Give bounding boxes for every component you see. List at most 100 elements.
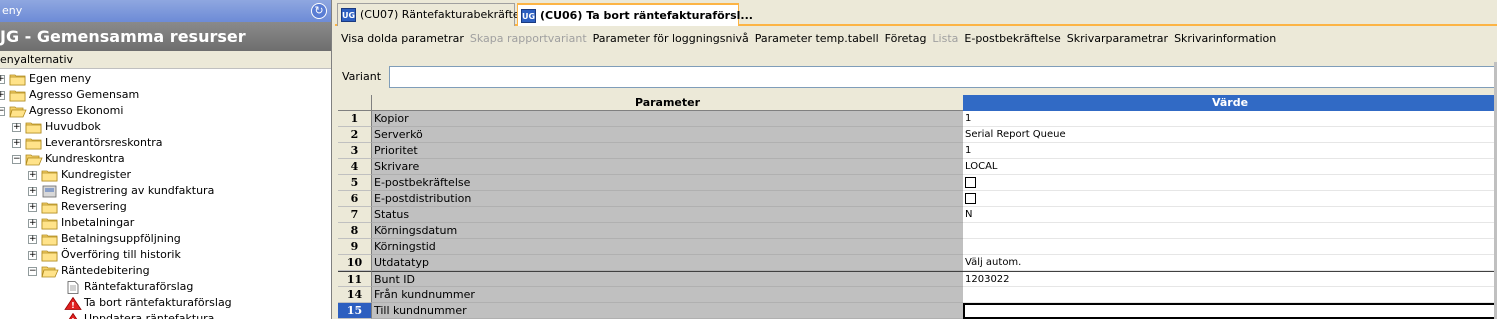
table-row[interactable]: 15 Till kundnummer	[338, 303, 1497, 319]
value-cell[interactable]	[963, 287, 1497, 303]
row-number[interactable]: 14	[338, 287, 372, 303]
expand-icon[interactable]: +	[28, 219, 37, 228]
tree-item[interactable]: − Kundreskontra	[0, 151, 331, 167]
table-row[interactable]: 2 Serverkö Serial Report Queue	[338, 127, 1497, 143]
table-row[interactable]: 1 Kopior 1	[338, 111, 1497, 127]
value-cell[interactable]: Serial Report Queue	[963, 127, 1497, 143]
value-cell[interactable]: 1	[963, 111, 1497, 127]
tree-item-label: Egen meny	[29, 72, 92, 85]
row-number[interactable]: 3	[338, 143, 372, 159]
row-number[interactable]: 5	[338, 175, 372, 191]
toolbar-item: Lista	[932, 32, 959, 45]
tree-item-label: Betalningsuppföljning	[61, 232, 181, 245]
table-row[interactable]: 3 Prioritet 1	[338, 143, 1497, 159]
tree-item[interactable]: − Räntedebitering	[0, 263, 331, 279]
table-row[interactable]: 14 Från kundnummer	[338, 287, 1497, 303]
expand-icon[interactable]: +	[12, 139, 21, 148]
tab-cu06[interactable]: UG (CU06) Ta bort räntefakturaförsl...	[517, 3, 753, 26]
tree-item[interactable]: ! Ta bort räntefakturaförslag	[0, 295, 331, 311]
tree-item[interactable]: + Kundregister	[0, 167, 331, 183]
toolbar-item[interactable]: E-postbekräftelse	[964, 32, 1060, 45]
toolbar-item[interactable]: Visa dolda parametrar	[341, 32, 464, 45]
row-number[interactable]: 1	[338, 111, 372, 127]
tree-item[interactable]: + Leverantörsreskontra	[0, 135, 331, 151]
table-row[interactable]: 5 E-postbekräftelse	[338, 175, 1497, 191]
grid-corner	[338, 95, 372, 111]
row-number[interactable]: 11	[338, 271, 372, 287]
expand-icon[interactable]: +	[28, 251, 37, 260]
value-cell[interactable]	[963, 223, 1497, 239]
tree-item[interactable]: + Betalningsuppföljning	[0, 231, 331, 247]
toolbar-item[interactable]: Skrivarparametrar	[1067, 32, 1168, 45]
parameter-cell: Från kundnummer	[372, 287, 963, 303]
checkbox[interactable]	[965, 177, 976, 188]
register-icon	[41, 185, 59, 198]
toolbar-item[interactable]: Skrivarinformation	[1174, 32, 1276, 45]
value-cell[interactable]	[963, 175, 1497, 191]
table-row[interactable]: 6 E-postdistribution	[338, 191, 1497, 207]
collapse-icon[interactable]: −	[0, 107, 5, 116]
tree-item[interactable]: − Agresso Ekonomi	[0, 103, 331, 119]
tree-item[interactable]: + Huvudbok	[0, 119, 331, 135]
table-row[interactable]: 11 Bunt ID 1203022	[338, 271, 1497, 287]
parameter-cell: E-postdistribution	[372, 191, 963, 207]
expand-icon[interactable]: +	[28, 187, 37, 196]
row-number[interactable]: 9	[338, 239, 372, 255]
value-cell[interactable]: LOCAL	[963, 159, 1497, 175]
parameter-cell: Utdatatyp	[372, 255, 963, 271]
toolbar-item[interactable]: Företag	[885, 32, 927, 45]
collapse-icon[interactable]: −	[12, 155, 21, 164]
row-number[interactable]: 2	[338, 127, 372, 143]
table-row[interactable]: 7 Status N	[338, 207, 1497, 223]
tab-cu07[interactable]: UG (CU07) Räntefakturabekräftelse	[337, 3, 535, 26]
toolbar-item[interactable]: Parameter för loggningsnivå	[593, 32, 749, 45]
table-row[interactable]: 8 Körningsdatum	[338, 223, 1497, 239]
expand-icon[interactable]: +	[0, 91, 5, 100]
parameter-cell: Till kundnummer	[372, 303, 963, 319]
value-cell[interactable]: 1	[963, 143, 1497, 159]
tree-item[interactable]: + Egen meny	[0, 71, 331, 87]
grid-body: 1 Kopior 1 2 Serverkö Serial Report Queue 3 Pri…	[338, 111, 1497, 319]
table-row[interactable]: 9 Körningstid	[338, 239, 1497, 255]
value-cell[interactable]	[963, 303, 1497, 319]
row-number[interactable]: 15	[338, 303, 372, 319]
folder-open-icon	[41, 265, 59, 278]
tree-item[interactable]: + Inbetalningar	[0, 215, 331, 231]
toolbar: Visa dolda parametrar Skapa rapportvarian…	[341, 28, 1282, 50]
tree-item[interactable]: + Agresso Gemensam	[0, 87, 331, 103]
collapse-icon[interactable]: −	[28, 267, 37, 276]
parameter-cell: Serverkö	[372, 127, 963, 143]
table-row[interactable]: 4 Skrivare LOCAL	[338, 159, 1497, 175]
row-number[interactable]: 4	[338, 159, 372, 175]
tree-item[interactable]: + Överföring till historik	[0, 247, 331, 263]
checkbox[interactable]	[965, 193, 976, 204]
row-number[interactable]: 8	[338, 223, 372, 239]
toolbar-item[interactable]: Parameter temp.tabell	[755, 32, 879, 45]
expand-icon[interactable]: +	[28, 171, 37, 180]
tree-item-label: Agresso Ekonomi	[29, 104, 124, 117]
value-cell[interactable]: Välj autom.	[963, 255, 1497, 271]
tree-item[interactable]: !Uppdatera räntefaktura	[0, 311, 331, 319]
expand-icon[interactable]: +	[12, 123, 21, 132]
tree-item[interactable]: Räntefakturaförslag	[0, 279, 331, 295]
row-number[interactable]: 10	[338, 255, 372, 271]
value-cell[interactable]: N	[963, 207, 1497, 223]
value-cell[interactable]	[963, 239, 1497, 255]
variant-input[interactable]	[389, 66, 1497, 88]
row-number[interactable]: 6	[338, 191, 372, 207]
tree-item[interactable]: + Reversering	[0, 199, 331, 215]
folder-icon	[41, 249, 59, 262]
expand-icon[interactable]: +	[28, 235, 37, 244]
parameter-cell: Körningsdatum	[372, 223, 963, 239]
value-cell[interactable]: 1203022	[963, 271, 1497, 287]
refresh-icon[interactable]: ↻	[311, 3, 327, 19]
expand-icon[interactable]: +	[28, 203, 37, 212]
toolbar-item: Skapa rapportvariant	[469, 32, 587, 45]
value-cell[interactable]	[963, 191, 1497, 207]
tree-item[interactable]: + Registrering av kundfaktura	[0, 183, 331, 199]
menu-pane-titlebar: eny ↻	[0, 0, 331, 22]
table-row[interactable]: 10 Utdatatyp Välj autom.	[338, 255, 1497, 271]
parameter-cell: Bunt ID	[372, 271, 963, 287]
row-number[interactable]: 7	[338, 207, 372, 223]
expand-icon[interactable]: +	[0, 75, 5, 84]
